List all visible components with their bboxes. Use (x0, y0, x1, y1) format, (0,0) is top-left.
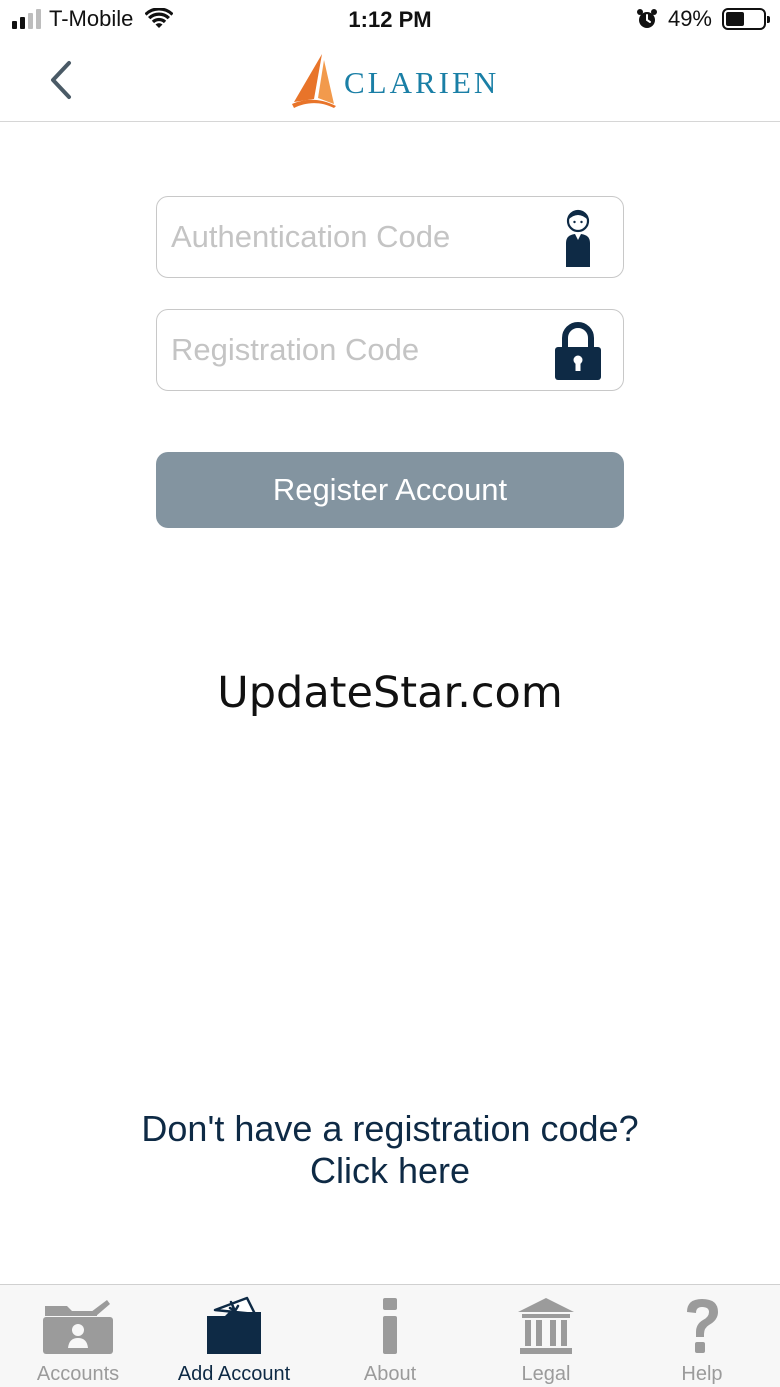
help-question-text: Don't have a registration code? (141, 1108, 639, 1149)
tab-help[interactable]: Help (624, 1285, 780, 1387)
status-right: 49% (636, 6, 770, 32)
tab-bar: Accounts Add Account About Legal Help (0, 1284, 780, 1387)
tab-label: Help (681, 1363, 723, 1385)
add-account-folder-icon (205, 1295, 263, 1357)
tab-label: Legal (521, 1363, 571, 1385)
battery-level (726, 12, 744, 26)
question-mark-icon (681, 1295, 723, 1357)
lock-icon (553, 320, 603, 382)
tab-label: Add Account (177, 1363, 291, 1385)
bank-building-icon (516, 1295, 576, 1357)
authentication-code-field[interactable] (156, 196, 624, 278)
alarm-icon (636, 8, 658, 30)
status-bar: T-Mobile 1:12 PM 49% (0, 0, 780, 40)
user-icon (553, 207, 603, 269)
chevron-left-icon (51, 61, 71, 99)
register-account-button[interactable]: Register Account (156, 452, 624, 528)
info-icon (380, 1295, 400, 1357)
tab-about[interactable]: About (312, 1285, 468, 1387)
navigation-bar: CLARIEN (0, 40, 780, 122)
tab-label: About (363, 1363, 417, 1385)
click-here-link[interactable]: Click here (0, 1150, 780, 1192)
registration-code-input[interactable] (171, 310, 551, 390)
battery-percent: 49% (667, 6, 712, 31)
registration-help-link[interactable]: Don't have a registration code? Click he… (0, 1108, 780, 1192)
sail-logo-icon (292, 54, 336, 108)
tab-accounts[interactable]: Accounts (0, 1285, 156, 1387)
watermark-text: UpdateStar.com (217, 668, 563, 718)
clarien-logo: CLARIEN (290, 52, 499, 108)
accounts-folder-icon (41, 1295, 115, 1357)
back-button[interactable] (40, 56, 80, 104)
registration-code-field[interactable] (156, 309, 624, 391)
logo-text: CLARIEN (344, 65, 500, 100)
battery-icon (722, 8, 770, 30)
tab-legal[interactable]: Legal (468, 1285, 624, 1387)
tab-label: Accounts (36, 1363, 120, 1385)
tab-add-account[interactable]: Add Account (156, 1285, 312, 1387)
authentication-code-input[interactable] (171, 197, 551, 277)
